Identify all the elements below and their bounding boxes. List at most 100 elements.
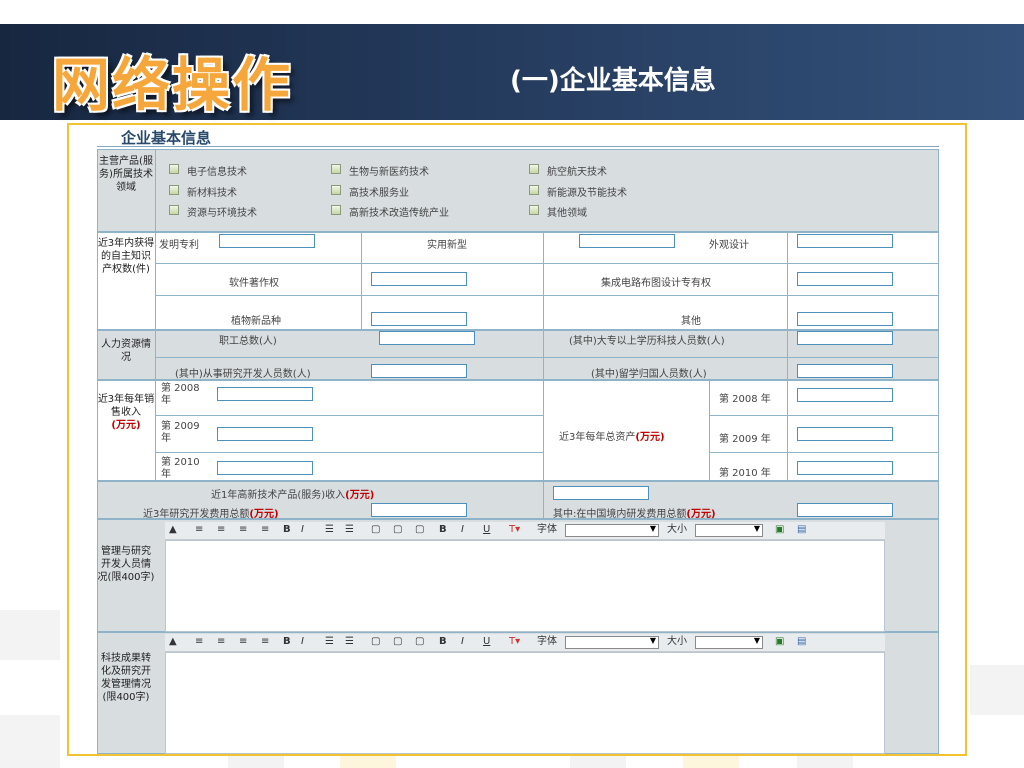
align-left-icon[interactable]: ≡: [195, 635, 203, 649]
sales-year-label: 第 2010 年: [161, 457, 200, 480]
checkbox-label: 其他领域: [547, 208, 587, 219]
column-divider: [155, 149, 156, 232]
column-divider: [543, 330, 544, 380]
ordered-list-icon[interactable]: ☰: [325, 635, 334, 649]
hr-label: 人力资源情况: [101, 339, 151, 363]
column-divider: [543, 481, 544, 519]
checkbox-biomedicine[interactable]: [331, 164, 341, 174]
sales-2009-input[interactable]: [217, 427, 313, 441]
justify-icon[interactable]: ≡: [261, 635, 269, 649]
bold-icon[interactable]: B: [283, 635, 291, 649]
underline-icon[interactable]: U: [483, 523, 490, 537]
plant-variety-input[interactable]: [371, 312, 467, 326]
column-divider: [155, 232, 156, 330]
paste-icon[interactable]: ▢: [415, 523, 424, 537]
sales-2010-input[interactable]: [217, 461, 313, 475]
align-center-icon[interactable]: ≡: [217, 523, 225, 537]
align-center-icon[interactable]: ≡: [217, 635, 225, 649]
checkbox-new-materials[interactable]: [169, 185, 179, 195]
mgmt-editor-area[interactable]: [165, 540, 885, 632]
text-color-icon[interactable]: T▾: [509, 523, 520, 537]
invention-patent-label: 发明专利: [159, 240, 199, 251]
bold-icon[interactable]: B: [439, 635, 447, 649]
unordered-list-icon[interactable]: ☰: [345, 523, 354, 537]
mgmt-label: 管理与研究开发人员情况(限400字): [97, 546, 155, 583]
column-divider: [709, 380, 710, 481]
align-right-icon[interactable]: ≡: [239, 523, 247, 537]
checkbox-new-energy[interactable]: [529, 185, 539, 195]
table-icon[interactable]: ▤: [797, 523, 806, 537]
checkbox-label: 航空航天技术: [547, 167, 607, 178]
rd-domestic-label: 其中:在中国境内研发费用总额(万元): [553, 505, 716, 520]
achievement-label: 科技成果转化及研究开发管理情况(限400字): [101, 653, 151, 703]
italic-icon[interactable]: I: [301, 523, 304, 537]
italic-icon[interactable]: I: [461, 523, 464, 537]
image-icon[interactable]: ▣: [775, 523, 784, 537]
ic-layout-input[interactable]: [797, 272, 893, 286]
assets-2010-input[interactable]: [797, 461, 893, 475]
bg-tile: [0, 715, 60, 768]
checkbox-electronics[interactable]: [169, 164, 179, 174]
table-icon[interactable]: ▤: [797, 635, 806, 649]
underline-icon[interactable]: U: [483, 635, 490, 649]
expand-icon[interactable]: ▲: [169, 635, 177, 649]
paste-icon[interactable]: ▢: [415, 635, 424, 649]
size-select[interactable]: ▼: [695, 524, 763, 537]
size-select[interactable]: ▼: [695, 636, 763, 649]
assets-2009-input[interactable]: [797, 427, 893, 441]
cut-icon[interactable]: ▢: [371, 523, 380, 537]
ip-other-label: 其他: [681, 316, 701, 327]
copy-icon[interactable]: ▢: [393, 635, 402, 649]
sales-label-main: 近3年每年销售收入: [97, 394, 155, 418]
bold-icon[interactable]: B: [439, 523, 447, 537]
cut-icon[interactable]: ▢: [371, 635, 380, 649]
dropdown-arrow-icon: ▼: [753, 524, 760, 533]
checkbox-label: 新材料技术: [187, 188, 237, 199]
utility-model-input[interactable]: [579, 234, 675, 248]
font-label: 字体: [537, 636, 557, 647]
text-color-icon[interactable]: T▾: [509, 635, 520, 649]
align-right-icon[interactable]: ≡: [239, 635, 247, 649]
invention-patent-input[interactable]: [219, 234, 315, 248]
college-staff-input[interactable]: [797, 331, 893, 345]
total-staff-input[interactable]: [379, 331, 475, 345]
rd-total-input[interactable]: [371, 503, 467, 517]
unordered-list-icon[interactable]: ☰: [345, 635, 354, 649]
sales-2008-input[interactable]: [217, 387, 313, 401]
hitech-income-unit: (万元): [345, 490, 375, 501]
justify-icon[interactable]: ≡: [261, 523, 269, 537]
row-divider: [155, 357, 939, 358]
rd-domestic-input[interactable]: [797, 503, 893, 517]
size-label: 大小: [667, 636, 687, 647]
ordered-list-icon[interactable]: ☰: [325, 523, 334, 537]
hitech-income-label: 近1年高新技术产品(服务)收入(万元): [211, 486, 374, 501]
italic-icon[interactable]: I: [461, 635, 464, 649]
row-divider: [709, 415, 939, 416]
plant-variety-label: 植物新品种: [231, 316, 281, 327]
checkbox-aerospace[interactable]: [529, 164, 539, 174]
row-divider: [155, 415, 543, 416]
software-copyright-input[interactable]: [371, 272, 467, 286]
checkbox-hitech-service[interactable]: [331, 185, 341, 195]
copy-icon[interactable]: ▢: [393, 523, 402, 537]
rd-staff-input[interactable]: [371, 364, 467, 378]
expand-icon[interactable]: ▲: [169, 523, 177, 537]
checkbox-other[interactable]: [529, 205, 539, 215]
italic-icon[interactable]: I: [301, 635, 304, 649]
assets-year-label: 第 2010 年: [719, 468, 771, 479]
font-select[interactable]: ▼: [565, 636, 659, 649]
ip-label: 近3年内获得的自主知识产权数(件): [97, 238, 155, 275]
font-select[interactable]: ▼: [565, 524, 659, 537]
rd-total-label: 近3年研究开发费用总额(万元): [143, 505, 279, 520]
achievement-editor-area[interactable]: [165, 652, 885, 754]
align-left-icon[interactable]: ≡: [195, 523, 203, 537]
image-icon[interactable]: ▣: [775, 635, 784, 649]
bold-icon[interactable]: B: [283, 523, 291, 537]
hitech-income-input[interactable]: [553, 486, 649, 500]
checkbox-resources[interactable]: [169, 205, 179, 215]
design-patent-input[interactable]: [797, 234, 893, 248]
assets-2008-input[interactable]: [797, 388, 893, 402]
checkbox-traditional[interactable]: [331, 205, 341, 215]
ip-other-input[interactable]: [797, 312, 893, 326]
returnee-staff-input[interactable]: [797, 364, 893, 378]
